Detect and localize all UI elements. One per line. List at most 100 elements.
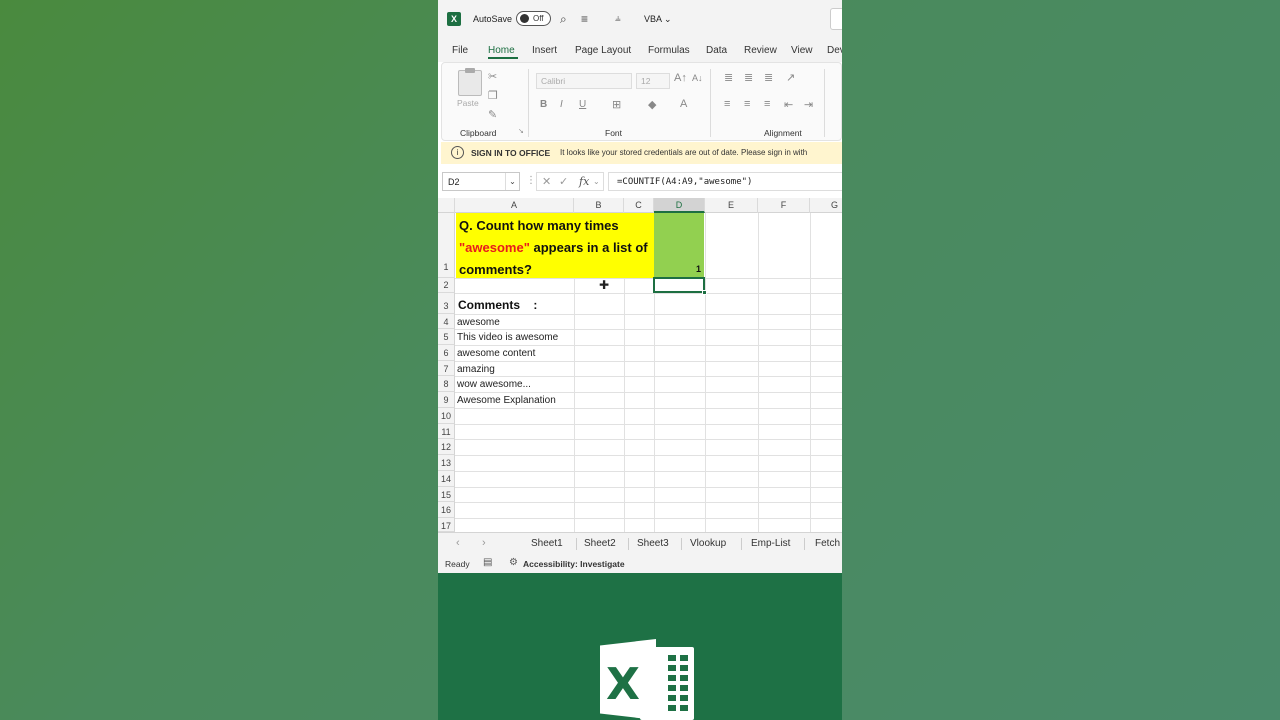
clipboard-launcher-icon[interactable]: ↘ [518,127,524,135]
chevron-down-icon[interactable]: ⌄ [505,173,519,190]
gridline [455,329,842,330]
menu-file[interactable]: File [452,45,468,56]
align-left-icon[interactable]: ≡ [724,98,730,110]
underline-button[interactable]: U [579,99,586,110]
format-icon[interactable]: ≡ [581,12,588,26]
title-search-box[interactable] [830,8,842,30]
sheet-tab-sheet1[interactable]: Sheet1 [531,538,563,549]
cancel-icon[interactable]: ✕ [542,175,551,188]
search-icon[interactable]: ⌕ [560,12,567,27]
autosave-toggle[interactable]: Off [516,11,551,26]
column-header-d[interactable]: D [654,198,705,213]
paste-icon[interactable] [458,68,482,96]
menu-home[interactable]: Home [488,45,515,56]
comment-cell-a5[interactable]: This video is awesome [457,332,558,343]
comments-header[interactable]: Comments : [458,298,537,312]
sheet-tab-sheet3[interactable]: Sheet3 [637,538,669,549]
column-header-a[interactable]: A [455,198,574,213]
accessibility-status[interactable]: Accessibility: Investigate [523,559,625,569]
row-header-12[interactable]: 12 [438,439,455,455]
menu-data[interactable]: Data [706,45,727,56]
menu-review[interactable]: Review [744,45,777,56]
row-header-7[interactable]: 7 [438,361,455,376]
align-top-icon[interactable]: ≣ [724,71,733,84]
bold-button[interactable]: B [540,99,547,110]
menu-page-layout[interactable]: Page Layout [575,45,631,56]
comment-cell-a4[interactable]: awesome [457,317,500,328]
select-all-corner[interactable] [438,198,455,213]
chevron-down-icon: ⌄ [664,14,672,24]
alignment-group-label: Alignment [764,128,802,138]
name-box[interactable]: D2 ⌄ [442,172,520,191]
orientation-icon[interactable]: ↗ [786,71,795,84]
sheet-tab-sheet2[interactable]: Sheet2 [584,538,616,549]
row-header-4[interactable]: 4 [438,314,455,329]
formula-bar: D2 ⌄ ⋮ ✕ ✓ fx ⌄ =COUNTIF(A4:A9,"awesome"… [438,168,842,194]
sheet-tab-emp-list[interactable]: Emp-List [751,538,790,549]
chevron-left-icon[interactable]: ‹ [456,537,460,549]
insert-function-button[interactable]: fx [579,175,589,188]
chevron-right-icon[interactable]: › [482,537,486,549]
result-cell-d1[interactable]: 1 [654,213,704,278]
font-name-box[interactable]: Calibri [536,73,632,89]
fill-handle[interactable] [702,290,707,295]
column-header-c[interactable]: C [624,198,654,213]
sheet-tab-vlookup[interactable]: Vlookup [690,538,726,549]
macro-record-icon[interactable]: ▤ [483,557,492,568]
increase-indent-icon[interactable]: ⇥ [804,98,813,111]
row-header-8[interactable]: 8 [438,376,455,392]
menu-insert[interactable]: Insert [532,45,557,56]
increase-font-icon[interactable]: A↑ [674,72,687,84]
align-center-icon[interactable]: ≡ [744,98,750,110]
decrease-font-icon[interactable]: A↓ [692,73,703,83]
row-header-15[interactable]: 15 [438,487,455,502]
font-color-icon[interactable]: A [680,98,687,110]
column-header-g[interactable]: G [810,198,842,213]
italic-button[interactable]: I [560,99,563,110]
comment-cell-a6[interactable]: awesome content [457,348,535,359]
row-header-1[interactable]: 1 [438,213,455,278]
ribbon-divider [710,69,711,137]
align-right-icon[interactable]: ≡ [764,98,770,110]
clipboard-group-label: Clipboard [460,128,497,138]
comment-cell-a9[interactable]: Awesome Explanation [457,395,556,406]
row-header-13[interactable]: 13 [438,455,455,471]
formula-input[interactable]: =COUNTIF(A4:A9,"awesome") [608,172,842,191]
menu-formulas[interactable]: Formulas [648,45,690,56]
file-name[interactable]: VBA ⌄ [644,14,672,25]
format-painter-icon[interactable]: ✎ [488,108,497,121]
comment-cell-a8[interactable]: wow awesome... [457,379,531,390]
menu-view[interactable]: View [791,45,813,56]
row-header-16[interactable]: 16 [438,502,455,518]
row-header-3[interactable]: 3 [438,293,455,314]
menu-developer[interactable]: Dev [827,45,842,56]
copy-icon[interactable]: ❐ [488,89,498,102]
row-header-11[interactable]: 11 [438,424,455,439]
borders-icon[interactable]: ⊞ [612,98,621,111]
align-bottom-icon[interactable]: ≣ [764,71,773,84]
question-cell-a1[interactable]: Q. Count how many times "awesome" appear… [456,213,654,278]
chevron-down-icon[interactable]: ⌄ [593,177,600,186]
selected-cell-d2[interactable] [653,277,705,293]
row-header-6[interactable]: 6 [438,345,455,361]
row-header-10[interactable]: 10 [438,408,455,424]
sheet-tab-fetch[interactable]: Fetch [815,538,840,549]
column-header-b[interactable]: B [574,198,624,213]
font-size-box[interactable]: 12 [636,73,670,89]
align-middle-icon[interactable]: ≣ [744,71,753,84]
row-header-14[interactable]: 14 [438,471,455,487]
comment-cell-a7[interactable]: amazing [457,364,495,375]
cut-icon[interactable]: ✂ [488,70,497,83]
column-header-e[interactable]: E [705,198,758,213]
gridline [455,376,842,377]
row-header-9[interactable]: 9 [438,392,455,408]
row-header-5[interactable]: 5 [438,329,455,345]
customize-icon[interactable]: ⫨ [615,13,621,24]
row-header-17[interactable]: 17 [438,518,455,532]
column-header-f[interactable]: F [758,198,810,213]
decrease-indent-icon[interactable]: ⇤ [784,98,793,111]
logo-cell [668,695,676,701]
enter-icon[interactable]: ✓ [559,175,568,188]
row-header-2[interactable]: 2 [438,278,455,293]
fill-color-icon[interactable]: ◆ [648,98,656,111]
